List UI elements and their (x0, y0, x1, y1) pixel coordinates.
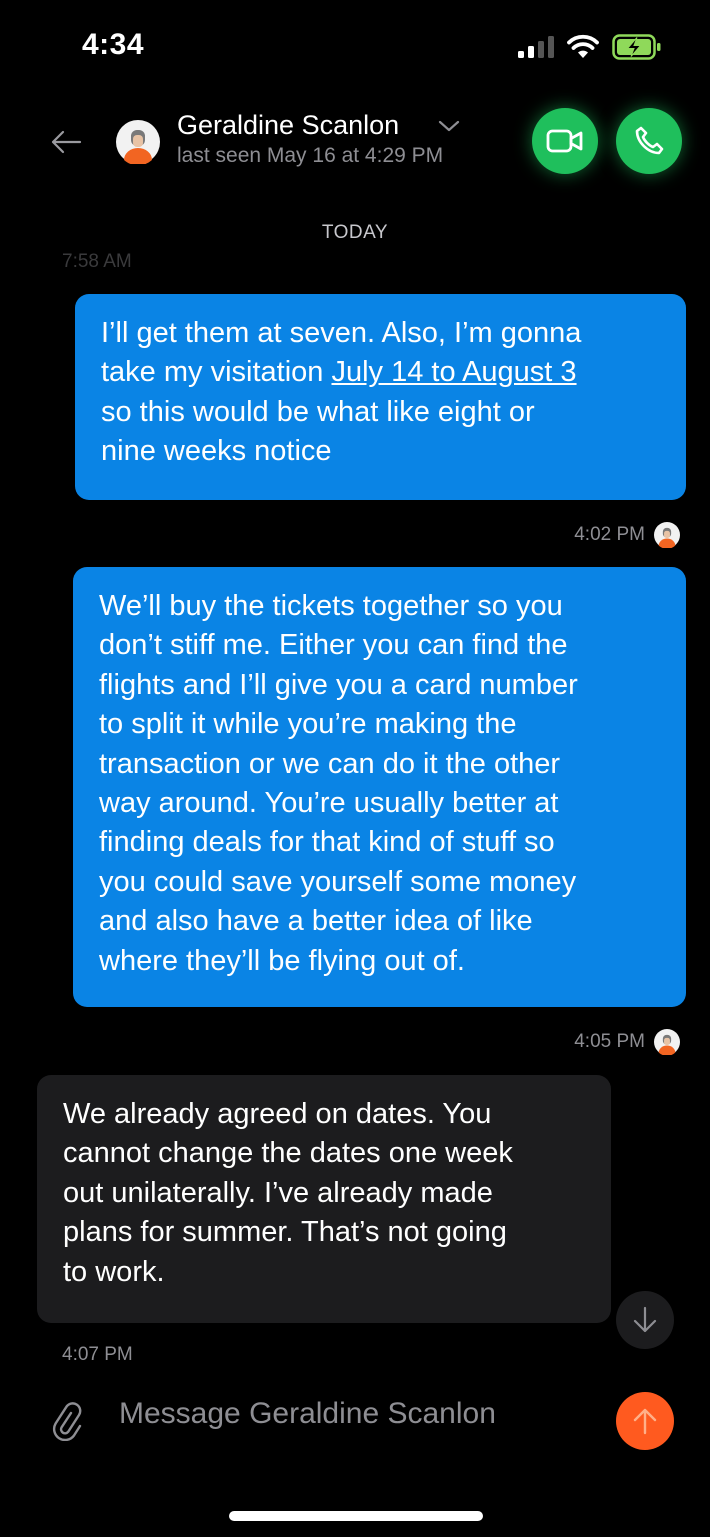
message-time: 4:02 PM (574, 524, 645, 545)
message-line: transaction or we can do it the other (99, 747, 561, 780)
date-range-link[interactable]: July 14 to August 3 (331, 356, 576, 388)
arrow-down-icon (633, 1306, 657, 1333)
message-line: We already agreed on dates. You (63, 1098, 492, 1130)
wifi-icon (567, 34, 599, 58)
message-meta: 4:02 PM (574, 522, 680, 548)
status-bar: 4:34 (0, 0, 710, 90)
message-line: don’t stiff me. Either you can find the (99, 629, 568, 662)
message-line: finding deals for that kind of stuff so (99, 826, 555, 859)
send-button[interactable] (616, 1392, 674, 1450)
chat-header: Geraldine Scanlon last seen May 16 at 4:… (0, 100, 710, 200)
outgoing-message-bubble[interactable]: We’ll buy the tickets together so you do… (73, 567, 686, 1007)
home-indicator[interactable] (229, 1511, 483, 1521)
outgoing-message-bubble[interactable]: I’ll get them at seven. Also, I’m gonna … (75, 294, 686, 500)
last-seen-status: last seen May 16 at 4:29 PM (177, 144, 444, 167)
contact-avatar[interactable] (116, 120, 160, 164)
message-meta: 4:07 PM (62, 1344, 133, 1366)
video-camera-icon (546, 129, 583, 153)
cellular-signal-icon (518, 36, 554, 58)
message-line: you could save yourself some money (99, 865, 577, 898)
read-receipt-avatar (654, 522, 680, 548)
back-button[interactable] (44, 120, 88, 164)
back-arrow-icon (51, 130, 82, 154)
video-call-button[interactable] (532, 108, 598, 174)
paperclip-icon (52, 1402, 82, 1441)
incoming-message-bubble[interactable]: We already agreed on dates. You cannot c… (37, 1075, 611, 1323)
battery-charging-icon (612, 34, 661, 60)
message-line: so this would be what like eight or (101, 395, 535, 428)
chevron-down-icon[interactable] (436, 118, 462, 134)
message-line: cannot change the dates one week (63, 1137, 513, 1170)
message-line: way around. You’re usually better at (99, 787, 559, 820)
message-line: We’ll buy the tickets together so you (99, 590, 563, 622)
message-time: 4:07 PM (62, 1344, 133, 1365)
date-divider: TODAY (321, 222, 389, 243)
message-line: flights and I’ll give you a card number (99, 668, 578, 701)
message-line: I’ll get them at seven. Also, I’m gonna (101, 317, 582, 349)
message-input[interactable] (104, 1388, 624, 1440)
read-receipt-avatar (654, 1029, 680, 1055)
message-composer (0, 1380, 710, 1460)
phone-icon (635, 126, 664, 155)
voice-call-button[interactable] (616, 108, 682, 174)
send-arrow-icon (633, 1408, 657, 1435)
contact-name[interactable]: Geraldine Scanlon (177, 110, 399, 141)
message-line: and also have a better idea of like (99, 905, 533, 938)
message-timestamp: 7:58 AM (62, 251, 132, 272)
message-line: take my visitation July 14 to August 3 (101, 353, 662, 392)
message-line: out unilaterally. I’ve already made (63, 1176, 493, 1209)
message-time: 4:05 PM (574, 1031, 645, 1052)
attach-button[interactable] (46, 1398, 86, 1442)
message-text: take my visitation (101, 356, 332, 389)
message-line: to split it while you’re making the (99, 708, 517, 741)
message-line: nine weeks notice (101, 435, 332, 468)
message-line: where they’ll be flying out of. (99, 944, 465, 977)
scroll-to-bottom-button[interactable] (616, 1291, 674, 1349)
message-line: plans for summer. That’s not going (63, 1216, 507, 1249)
status-time: 4:34 (82, 28, 145, 61)
message-line: to work. (63, 1255, 165, 1288)
message-meta: 4:05 PM (574, 1029, 680, 1055)
